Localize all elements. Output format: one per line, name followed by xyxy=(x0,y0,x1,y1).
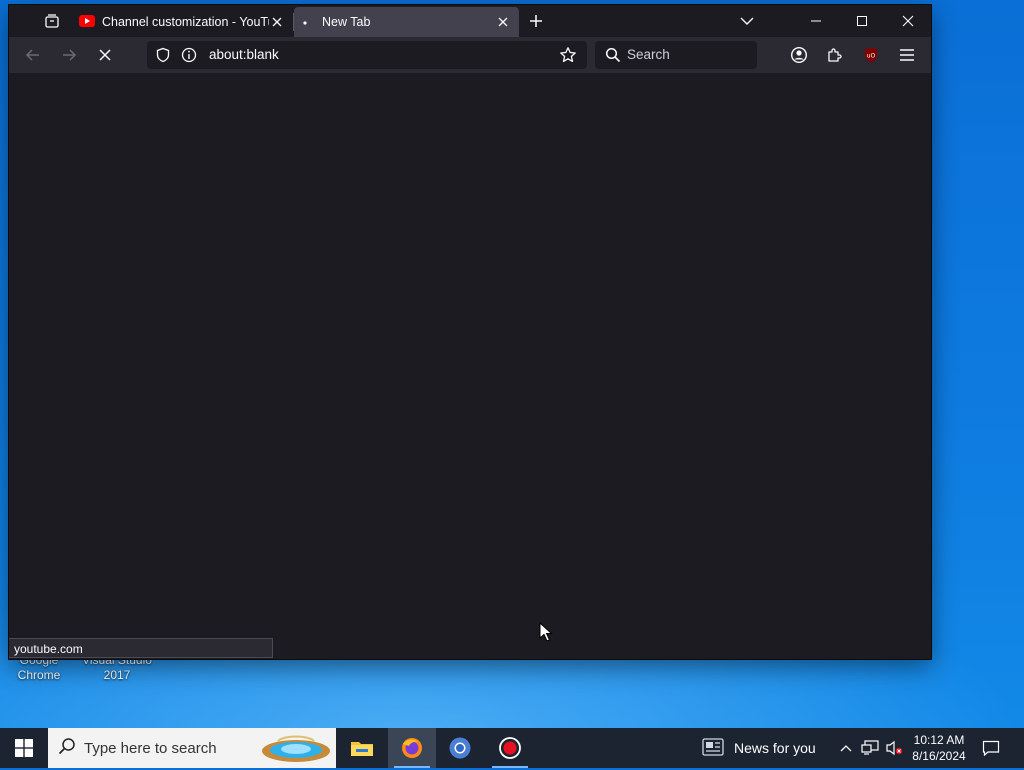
chevron-up-icon xyxy=(840,745,852,752)
account-icon xyxy=(790,46,808,64)
ublock-origin-button[interactable]: uO xyxy=(859,43,883,67)
taskbar-search-box[interactable]: Type here to search xyxy=(48,728,336,768)
loading-dot-icon xyxy=(302,15,310,29)
tab-title: Channel customization - YouTube xyxy=(102,15,269,29)
account-button[interactable] xyxy=(787,43,811,67)
news-label: News for you xyxy=(734,740,816,756)
tab-close-button[interactable] xyxy=(495,14,511,30)
tab-youtube[interactable]: Channel customization - YouTube xyxy=(71,7,293,37)
start-button[interactable] xyxy=(0,728,48,768)
close-icon xyxy=(902,15,914,27)
arrow-right-icon xyxy=(63,49,77,61)
url-text[interactable]: about:blank xyxy=(209,47,279,62)
back-button[interactable] xyxy=(21,43,45,67)
menu-button[interactable] xyxy=(895,43,919,67)
extensions-button[interactable] xyxy=(823,43,847,67)
network-icon xyxy=(861,740,879,755)
chevron-down-icon xyxy=(740,17,754,25)
maximize-icon xyxy=(857,16,867,26)
navigation-toolbar: about:blank Search uO xyxy=(9,37,931,73)
desktop-icon-label: 2017 xyxy=(103,668,131,682)
stop-icon xyxy=(99,49,111,61)
tab-title: New Tab xyxy=(322,15,371,29)
new-tab-button[interactable] xyxy=(525,11,547,31)
chromium-icon xyxy=(449,737,471,759)
url-bar[interactable]: about:blank xyxy=(147,41,587,69)
maximize-button[interactable] xyxy=(839,5,885,37)
youtube-icon xyxy=(79,14,95,30)
bookmark-star-icon[interactable] xyxy=(559,46,577,69)
folder-icon xyxy=(351,742,373,756)
action-center-button[interactable] xyxy=(978,736,1004,760)
arrow-left-icon xyxy=(25,49,39,61)
hamburger-menu-icon xyxy=(900,49,914,61)
page-content[interactable] xyxy=(9,73,931,659)
taskbar: Type here to search News for you 10:12 A… xyxy=(0,728,1024,768)
firefox-icon xyxy=(402,738,422,758)
firefox-view-icon xyxy=(45,14,59,28)
system-clock[interactable]: 10:12 AM 8/16/2024 xyxy=(904,732,974,764)
taskbar-file-explorer[interactable] xyxy=(338,728,386,768)
firefox-window: Channel customization - YouTube New Tab xyxy=(9,5,931,659)
volume-muted-icon xyxy=(886,740,903,756)
puzzle-icon xyxy=(828,48,842,62)
volume-button[interactable] xyxy=(884,738,904,758)
close-icon xyxy=(272,17,282,27)
search-icon xyxy=(58,737,76,760)
network-button[interactable] xyxy=(860,738,880,758)
search-highlight-icon xyxy=(260,731,332,770)
close-icon xyxy=(498,17,508,27)
plus-icon xyxy=(530,15,542,27)
taskbar-search-placeholder: Type here to search xyxy=(84,739,217,757)
forward-button[interactable] xyxy=(57,43,81,67)
minimize-button[interactable] xyxy=(793,5,839,37)
search-icon xyxy=(605,47,621,68)
close-window-button[interactable] xyxy=(885,5,931,37)
info-icon[interactable] xyxy=(181,47,197,68)
tab-close-button[interactable] xyxy=(269,14,285,30)
clock-date: 8/16/2024 xyxy=(912,749,966,763)
windows-logo-icon xyxy=(15,739,33,757)
tab-bar: Channel customization - YouTube New Tab xyxy=(9,5,931,37)
firefox-view-button[interactable] xyxy=(41,11,63,31)
stop-button[interactable] xyxy=(93,43,117,67)
show-hidden-icons-button[interactable] xyxy=(836,738,856,758)
shield-icon[interactable] xyxy=(155,47,171,68)
minimize-icon xyxy=(811,20,821,22)
notification-icon xyxy=(982,740,1000,756)
search-placeholder: Search xyxy=(627,47,670,62)
taskbar-chromium[interactable] xyxy=(436,728,484,768)
mouse-cursor-icon xyxy=(539,621,553,647)
list-all-tabs-button[interactable] xyxy=(724,5,770,37)
search-bar[interactable]: Search xyxy=(595,41,757,69)
taskbar-recorder[interactable] xyxy=(486,728,534,768)
news-widget[interactable]: News for you xyxy=(698,728,826,768)
status-panel: youtube.com xyxy=(9,638,273,658)
svg-text:uO: uO xyxy=(867,53,876,60)
taskbar-firefox[interactable] xyxy=(388,728,436,768)
desktop-icon-label: Chrome xyxy=(17,668,61,682)
ublock-shield-icon: uO xyxy=(865,47,877,63)
news-icon xyxy=(702,737,724,759)
clock-time: 10:12 AM xyxy=(913,733,965,747)
record-icon xyxy=(499,737,521,759)
tab-new-tab[interactable]: New Tab xyxy=(294,7,519,37)
